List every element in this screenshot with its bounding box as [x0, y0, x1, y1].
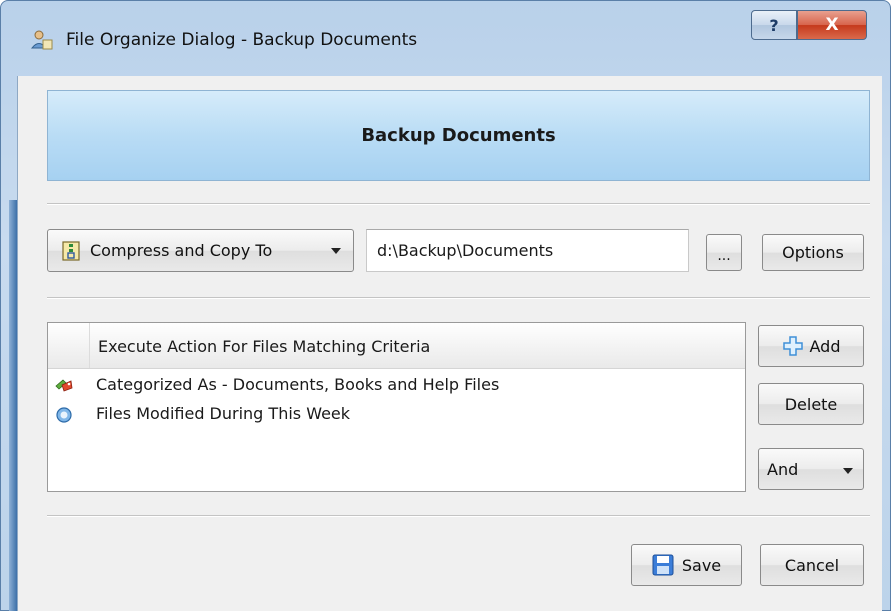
- criteria-item-label: Categorized As - Documents, Books and He…: [96, 375, 500, 394]
- destination-path-value: d:\Backup\Documents: [377, 241, 554, 260]
- help-button[interactable]: ?: [751, 10, 797, 40]
- criteria-list-header[interactable]: Execute Action For Files Matching Criter…: [48, 323, 745, 369]
- destination-path-input[interactable]: d:\Backup\Documents: [366, 229, 689, 272]
- save-button[interactable]: Save: [631, 544, 742, 586]
- add-criteria-button[interactable]: Add: [758, 325, 864, 367]
- action-type-dropdown[interactable]: Compress and Copy To: [47, 229, 354, 272]
- browse-button[interactable]: ...: [706, 234, 742, 271]
- window-edge-decoration: [9, 200, 17, 611]
- logic-operator-label: And: [767, 459, 799, 479]
- delete-criteria-button[interactable]: Delete: [758, 383, 864, 425]
- close-icon: X: [825, 15, 839, 35]
- divider: [47, 203, 870, 205]
- list-item[interactable]: Categorized As - Documents, Books and He…: [48, 373, 745, 399]
- criteria-column-header: Execute Action For Files Matching Criter…: [98, 337, 431, 356]
- list-header-gutter: [48, 323, 90, 368]
- action-type-label: Compress and Copy To: [90, 241, 273, 260]
- cancel-label: Cancel: [784, 555, 840, 575]
- logic-operator-dropdown[interactable]: And: [758, 448, 864, 490]
- help-icon: ?: [769, 15, 779, 35]
- window-title: File Organize Dialog - Backup Documents: [66, 30, 418, 50]
- delete-label: Delete: [784, 394, 838, 414]
- header-panel: Backup Documents: [47, 90, 870, 181]
- criteria-item-label: Files Modified During This Week: [96, 404, 351, 423]
- plus-icon: [782, 336, 803, 356]
- app-icon: [30, 30, 53, 50]
- save-label: Save: [681, 555, 722, 575]
- title-bar[interactable]: File Organize Dialog - Backup Documents …: [0, 0, 889, 76]
- list-item[interactable]: Files Modified During This Week: [48, 402, 745, 428]
- chevron-down-icon: [331, 248, 341, 254]
- cancel-button[interactable]: Cancel: [760, 544, 864, 586]
- divider: [47, 515, 870, 517]
- page-title: Backup Documents: [361, 125, 556, 146]
- browse-label: ...: [717, 247, 731, 264]
- divider: [47, 297, 870, 299]
- options-button[interactable]: Options: [762, 234, 864, 271]
- add-label: Add: [809, 336, 841, 356]
- close-button[interactable]: X: [797, 10, 867, 40]
- chevron-down-icon: [843, 468, 853, 474]
- criteria-list[interactable]: Execute Action For Files Matching Criter…: [47, 322, 746, 492]
- options-label: Options: [782, 243, 844, 262]
- archive-copy-icon: [62, 240, 80, 261]
- date-modified-icon: [56, 407, 72, 423]
- category-tags-icon: [55, 379, 73, 392]
- floppy-disk-icon: [652, 554, 674, 576]
